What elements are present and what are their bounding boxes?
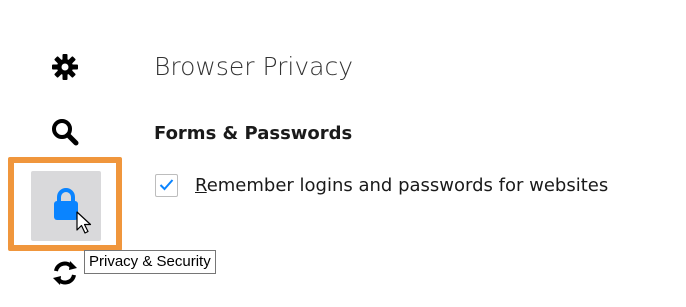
remember-logins-checkbox[interactable]	[155, 174, 178, 197]
section-heading: Forms & Passwords	[154, 123, 353, 144]
page-title: Browser Privacy	[154, 52, 353, 81]
tooltip: Privacy & Security	[84, 250, 216, 274]
checkmark-icon	[159, 176, 174, 195]
remember-logins-label[interactable]: Remember logins and passwords for websit…	[195, 175, 608, 196]
mouse-cursor-icon	[76, 211, 94, 235]
remember-logins-row[interactable]: Remember logins and passwords for websit…	[155, 174, 608, 197]
label-text: emember logins and passwords for website…	[206, 175, 609, 196]
search-icon[interactable]	[48, 115, 82, 149]
gear-icon[interactable]	[48, 50, 82, 84]
sync-icon[interactable]	[48, 256, 82, 290]
label-accesskey: R	[195, 175, 207, 196]
